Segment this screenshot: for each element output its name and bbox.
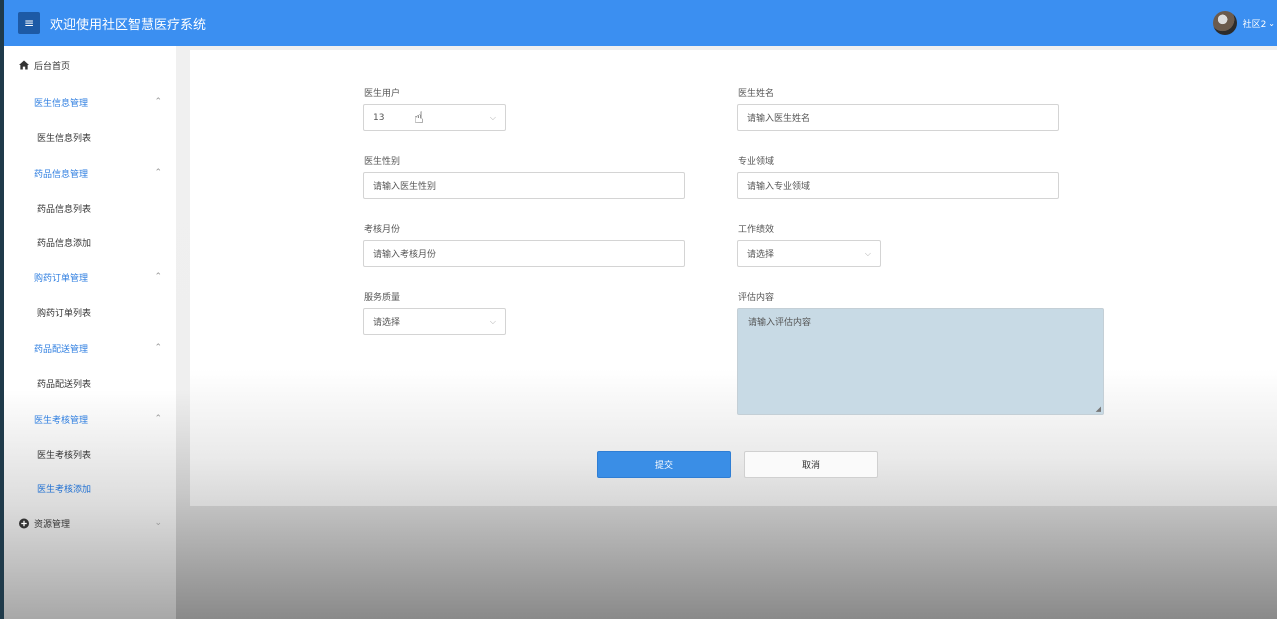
hamburger-icon[interactable]: ≡ [18,12,40,34]
chevron-up-icon: ⌃ [154,168,162,178]
doctor-name-placeholder: 请输入医生姓名 [747,114,811,124]
review-month-placeholder: 请输入考核月份 [373,250,437,260]
chevron-down-icon: ⌵ [864,249,871,258]
review-month-label: 考核月份 [364,225,401,235]
chevron-up-icon: ⌃ [154,97,162,107]
sidebar-item-delivery-list[interactable]: 药品配送列表 [4,368,176,398]
main-content: 医生用户 13 ⌵ ☝ 医生姓名 请输入医生姓名 医生性别 请输入医生性别 专业… [176,46,1277,619]
sidebar: 后台首页 医生信息管理 ⌃ 医生信息列表 药品信息管理 ⌃ 药品信息列表 药品信… [4,46,176,619]
sidebar-item-medicine-add[interactable]: 药品信息添加 [4,227,176,257]
doctor-user-label: 医生用户 [364,89,401,99]
chevron-down-icon[interactable]: ⌄ [1268,19,1275,28]
service-quality-label: 服务质量 [364,293,401,303]
hand-cursor-icon: ☝ [414,108,424,127]
resize-handle-icon[interactable]: ◢ [1096,405,1101,413]
sidebar-group-label: 医生考核管理 [34,415,89,426]
specialty-label: 专业领域 [738,157,775,167]
sidebar-group-orders[interactable]: 购药订单管理 ⌃ [4,262,176,292]
chevron-down-icon: ⌵ [489,113,496,122]
sidebar-group-doctor-info[interactable]: 医生信息管理 ⌃ [4,87,176,117]
evaluation-textarea[interactable]: 请输入评估内容 ◢ [737,308,1104,415]
review-month-input[interactable]: 请输入考核月份 [363,240,685,267]
sidebar-group-medicine-info[interactable]: 药品信息管理 ⌃ [4,158,176,188]
sidebar-group-label: 药品配送管理 [34,344,89,355]
sidebar-resource-label: 资源管理 [34,519,71,530]
service-quality-value: 请选择 [373,318,401,328]
sidebar-group-label: 药品信息管理 [34,169,89,180]
doctor-gender-placeholder: 请输入医生性别 [373,182,437,192]
grid-icon [19,414,29,424]
user-menu[interactable]: 社区2 ⌄ [1212,0,1277,46]
performance-label: 工作绩效 [738,225,775,235]
chevron-up-icon: ⌃ [154,272,162,282]
avatar[interactable] [1212,11,1237,35]
grid-icon [19,168,29,178]
sidebar-item-doctor-list[interactable]: 医生信息列表 [4,122,176,152]
grid-icon [19,272,29,282]
doctor-name-label: 医生姓名 [738,89,775,99]
evaluation-placeholder: 请输入评估内容 [748,318,812,328]
doctor-gender-label: 医生性别 [364,157,401,167]
sidebar-item-review-list[interactable]: 医生考核列表 [4,439,176,469]
chevron-up-icon: ⌃ [154,343,162,353]
performance-select[interactable]: 请选择 ⌵ [737,240,881,267]
sidebar-group-label: 购药订单管理 [34,273,89,284]
grid-icon [19,343,29,353]
doctor-gender-input[interactable]: 请输入医生性别 [363,172,685,199]
sidebar-item-order-list[interactable]: 购药订单列表 [4,297,176,327]
specialty-placeholder: 请输入专业领域 [747,182,811,192]
chevron-down-icon: ⌵ [489,317,496,326]
chevron-up-icon: ⌃ [154,414,162,424]
specialty-input[interactable]: 请输入专业领域 [737,172,1059,199]
chevron-down-icon: ⌄ [154,518,162,528]
submit-button[interactable]: 提交 [597,451,731,478]
evaluation-label: 评估内容 [738,293,775,303]
plus-circle-icon [19,518,29,528]
grid-icon [19,97,29,107]
cancel-button[interactable]: 取消 [744,451,878,478]
app-title: 欢迎使用社区智慧医疗系统 [50,17,207,33]
sidebar-item-medicine-list[interactable]: 药品信息列表 [4,193,176,223]
sidebar-item-home[interactable]: 后台首页 [4,50,176,80]
doctor-user-select[interactable]: 13 ⌵ [363,104,506,131]
sidebar-group-doctor-review[interactable]: 医生考核管理 ⌃ [4,404,176,434]
user-name[interactable]: 社区2 [1243,17,1267,30]
doctor-user-value: 13 [373,112,385,123]
home-icon [19,60,29,70]
sidebar-group-resource[interactable]: 资源管理 ⌄ [4,508,176,538]
form-panel: 医生用户 13 ⌵ ☝ 医生姓名 请输入医生姓名 医生性别 请输入医生性别 专业… [190,50,1277,506]
sidebar-home-label: 后台首页 [34,61,71,72]
top-header: ≡ 欢迎使用社区智慧医疗系统 社区2 ⌄ [4,0,1277,46]
performance-value: 请选择 [747,250,775,260]
sidebar-group-delivery[interactable]: 药品配送管理 ⌃ [4,333,176,363]
service-quality-select[interactable]: 请选择 ⌵ [363,308,506,335]
doctor-name-input[interactable]: 请输入医生姓名 [737,104,1059,131]
sidebar-item-review-add[interactable]: 医生考核添加 [4,473,176,503]
sidebar-group-label: 医生信息管理 [34,98,89,109]
